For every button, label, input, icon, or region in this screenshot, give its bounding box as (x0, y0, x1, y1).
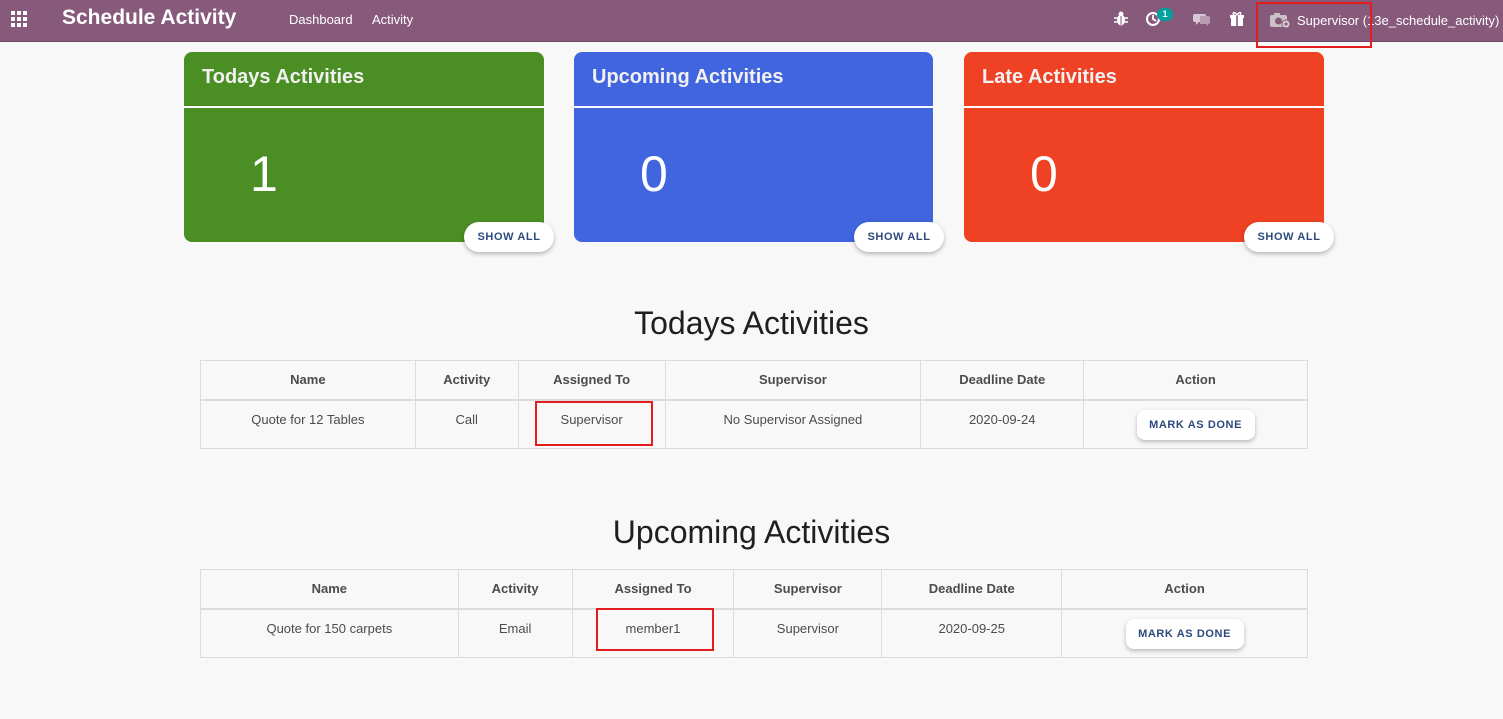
cell-assigned-to: member1 (571, 608, 735, 658)
card-upcoming-activities: Upcoming Activities 0 SHOW ALL (574, 52, 944, 252)
upcoming-activities-heading: Upcoming Activities (612, 514, 891, 550)
mark-as-done-button[interactable]: MARK AS DONE (1136, 409, 1255, 440)
menu-dashboard[interactable]: Dashboard (289, 12, 353, 27)
column-header: Activity (414, 360, 519, 401)
user-menu[interactable]: Supervisor (13e_schedule_activity) (1269, 9, 1499, 31)
menu-activity[interactable]: Activity (372, 12, 413, 27)
show-all-button[interactable]: SHOW ALL (464, 222, 554, 252)
column-header: Name (200, 360, 416, 401)
bug-icon[interactable] (1113, 10, 1129, 28)
mark-as-done-button[interactable]: MARK AS DONE (1125, 618, 1244, 649)
cell-supervisor: No Supervisor Assigned (664, 399, 922, 449)
top-navbar: Schedule Activity Dashboard Activity 1 S… (0, 0, 1503, 42)
card-divider (964, 106, 1324, 108)
cell-deadline: 2020-09-24 (920, 399, 1085, 449)
card-title: Todays Activities (202, 66, 365, 88)
card-todays-activities: Todays Activities 1 SHOW ALL (184, 52, 554, 252)
show-all-button[interactable]: SHOW ALL (854, 222, 944, 252)
cell-action: MARK AS DONE (1083, 399, 1308, 449)
camera-avatar-icon (1270, 13, 1291, 29)
card-title: Upcoming Activities (592, 66, 784, 88)
show-all-button[interactable]: SHOW ALL (1244, 222, 1334, 252)
cell-name: Quote for 12 Tables (200, 399, 416, 449)
column-header: Name (200, 569, 459, 610)
todays-activities-heading: Todays Activities (634, 305, 869, 341)
table-header-row: Name Activity Assigned To Supervisor Dea… (200, 569, 1308, 610)
table-row: Quote for 150 carpets Email member1 Supe… (200, 608, 1308, 658)
card-late-activities: Late Activities 0 SHOW ALL (964, 52, 1334, 252)
activity-count-badge: 1 (1157, 8, 1173, 21)
column-header: Deadline Date (881, 569, 1063, 610)
column-header: Deadline Date (920, 360, 1085, 401)
card-divider (574, 106, 933, 108)
column-header: Assigned To (517, 360, 666, 401)
user-name: Supervisor (13e_schedule_activity) (1297, 12, 1500, 28)
card-title: Late Activities (982, 66, 1117, 88)
column-header: Assigned To (571, 569, 735, 610)
column-header: Supervisor (664, 360, 922, 401)
table-row: Quote for 12 Tables Call Supervisor No S… (200, 399, 1308, 449)
column-header: Supervisor (733, 569, 883, 610)
column-header: Action (1061, 569, 1308, 610)
card-count: 1 (250, 146, 278, 202)
cell-deadline: 2020-09-25 (881, 608, 1063, 658)
column-header: Activity (457, 569, 573, 610)
gift-icon[interactable] (1229, 10, 1245, 28)
cell-name: Quote for 150 carpets (200, 608, 459, 658)
cell-assigned-to: Supervisor (517, 399, 666, 449)
card-divider (184, 106, 544, 108)
apps-icon[interactable] (11, 11, 29, 27)
card-count: 0 (1030, 146, 1058, 202)
chat-icon[interactable] (1193, 10, 1211, 28)
upcoming-activities-table: Name Activity Assigned To Supervisor Dea… (200, 569, 1308, 658)
table-header-row: Name Activity Assigned To Supervisor Dea… (200, 360, 1308, 401)
cell-activity: Call (414, 399, 519, 449)
column-header: Action (1083, 360, 1308, 401)
app-title: Schedule Activity (62, 6, 237, 29)
cell-supervisor: Supervisor (733, 608, 883, 658)
todays-activities-table: Name Activity Assigned To Supervisor Dea… (200, 360, 1308, 449)
cell-activity: Email (457, 608, 573, 658)
card-count: 0 (640, 146, 668, 202)
cell-action: MARK AS DONE (1061, 608, 1308, 658)
